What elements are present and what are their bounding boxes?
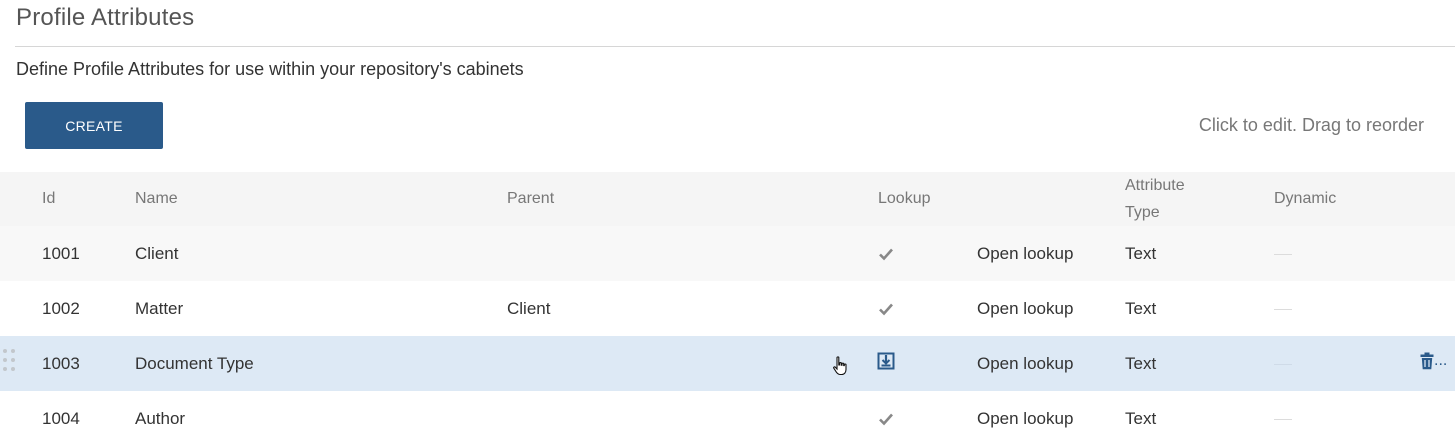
pointer-cursor-icon [833,356,847,376]
page-description: Define Profile Attributes for use within… [16,59,524,79]
header-parent[interactable]: Parent [507,172,554,226]
row-attribute-type: Text [1125,299,1157,318]
page-title: Profile Attributes [16,4,195,31]
table-row-hovered[interactable]: 1003 Document Type Open lookup Text ... [0,336,1455,391]
row-id: 1001 [42,243,80,263]
row-name: Document Type [135,353,254,373]
more-actions[interactable]: ... [1434,352,1447,370]
title-divider [15,46,1455,47]
header-attribute-type-line1: Attribute [1125,177,1185,194]
header-lookup[interactable]: Lookup [878,172,931,226]
drag-handle-icon[interactable] [3,349,17,375]
table-row[interactable]: 1002 Matter Client Open lookup Text [0,281,1455,336]
lookup-check [878,226,894,281]
header-attribute-type-line2: Type [1125,204,1160,221]
header-name[interactable]: Name [135,172,178,226]
create-button[interactable]: CREATE [25,102,163,149]
dash-icon [1274,254,1292,255]
table-row[interactable]: 1001 Client Open lookup Text [0,226,1455,281]
row-name: Matter [135,298,184,318]
dash-icon [1274,364,1292,365]
lookup-check [878,391,894,446]
open-lookup-link[interactable]: Open lookup [977,281,1073,336]
dash-icon [1274,309,1292,310]
dynamic-indicator [1274,391,1292,446]
row-attribute-type: Text [1125,409,1157,428]
table-header: Id Name Parent Lookup Attribute Type Dyn… [0,172,1455,226]
open-lookup-link[interactable]: Open lookup [977,336,1073,391]
check-icon [879,303,893,315]
open-lookup-link[interactable]: Open lookup [977,226,1073,281]
edit-hint: Click to edit. Drag to reorder [1198,115,1424,135]
header-dynamic[interactable]: Dynamic [1274,172,1336,226]
lookup-edit-icon[interactable] [877,352,895,370]
header-id[interactable]: Id [42,172,55,226]
check-icon [879,413,893,425]
row-attribute-type: Text [1125,354,1157,373]
dynamic-indicator [1274,336,1292,391]
open-lookup-link[interactable]: Open lookup [977,391,1073,446]
check-icon [879,248,893,260]
row-id: 1003 [42,353,80,373]
dynamic-indicator [1274,281,1292,336]
lookup-check [878,281,894,336]
trash-icon[interactable] [1420,352,1434,370]
table-row[interactable]: 1004 Author Open lookup Text [0,391,1455,446]
row-attribute-type: Text [1125,244,1157,263]
row-name: Author [135,408,186,428]
attributes-table: Id Name Parent Lookup Attribute Type Dyn… [0,172,1455,446]
header-attribute-type[interactable]: Attribute Type [1125,172,1185,226]
row-name: Client [135,243,179,263]
dash-icon [1274,419,1292,420]
row-id: 1002 [42,298,80,318]
row-parent: Client [507,298,551,318]
row-id: 1004 [42,408,80,428]
dynamic-indicator [1274,226,1292,281]
